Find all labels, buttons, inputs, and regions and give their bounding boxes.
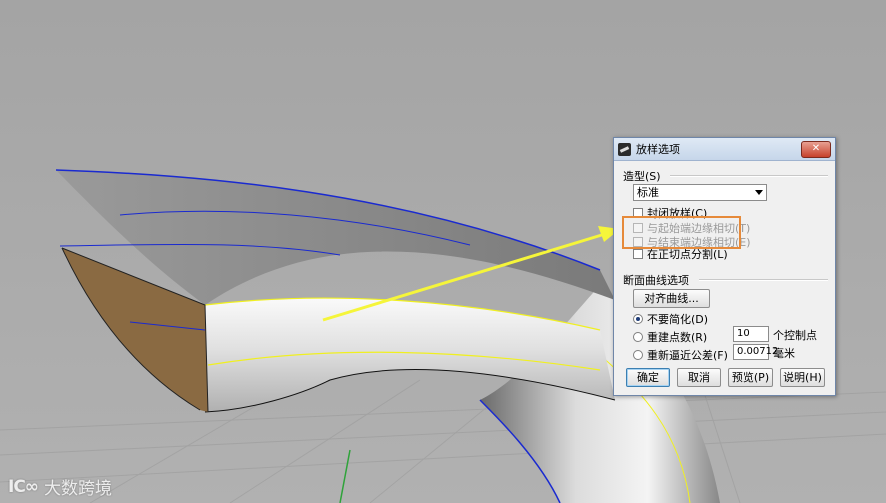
- align-curves-button[interactable]: 对齐曲线...: [633, 289, 710, 308]
- watermark-logo: IC∞: [8, 476, 39, 497]
- style-separator: [670, 175, 828, 177]
- cross-section-separator: [699, 279, 828, 281]
- checkbox-label: 在正切点分割(L): [647, 248, 728, 261]
- radio-dot[interactable]: [633, 314, 643, 324]
- closed-loft-checkbox[interactable]: 封闭放样(C): [633, 205, 707, 221]
- ok-button[interactable]: 确定: [626, 368, 670, 387]
- cross-section-label: 断面曲线选项: [623, 274, 689, 287]
- rebuild-points-input[interactable]: 10: [733, 326, 769, 342]
- app-icon: [618, 142, 631, 156]
- style-dropdown-value: 标准: [637, 186, 659, 199]
- radio-dot[interactable]: [633, 350, 643, 360]
- preview-button[interactable]: 预览(P): [728, 368, 773, 387]
- watermark: IC∞ 大数跨境: [8, 474, 112, 500]
- radio-label: 重建点数(R): [647, 331, 708, 344]
- close-button[interactable]: ✕: [801, 141, 831, 158]
- help-button[interactable]: 说明(H): [780, 368, 825, 387]
- style-dropdown[interactable]: 标准: [633, 184, 767, 201]
- tolerance-input[interactable]: 0.00712: [733, 344, 778, 360]
- radio-label: 重新逼近公差(F): [647, 349, 728, 362]
- watermark-text: 大数跨境: [43, 479, 112, 499]
- radio-dot[interactable]: [633, 332, 643, 342]
- checkbox-box[interactable]: [633, 249, 643, 259]
- checkbox-box[interactable]: [633, 208, 643, 218]
- cancel-button[interactable]: 取消: [677, 368, 721, 387]
- split-at-tangents-checkbox[interactable]: 在正切点分割(L): [633, 246, 728, 262]
- rebuild-points-radio[interactable]: 重建点数(R): [633, 329, 707, 345]
- tolerance-unit: 毫米: [773, 347, 795, 360]
- radio-label: 不要简化(D): [647, 313, 709, 326]
- no-simplify-radio[interactable]: 不要简化(D): [633, 311, 708, 327]
- checkbox-box[interactable]: [633, 223, 643, 233]
- refit-tolerance-radio[interactable]: 重新逼近公差(F): [633, 347, 728, 363]
- loft-options-dialog: 放样选项 ✕ 造型(S) 标准 封闭放样(C) 与起始端边缘相切(T) 与结束端…: [613, 137, 836, 396]
- dialog-title: 放样选项: [636, 143, 680, 156]
- chevron-down-icon: [755, 190, 763, 195]
- checkbox-label: 封闭放样(C): [647, 207, 708, 220]
- rebuild-points-unit: 个控制点: [773, 329, 817, 342]
- style-section-label: 造型(S): [623, 170, 661, 183]
